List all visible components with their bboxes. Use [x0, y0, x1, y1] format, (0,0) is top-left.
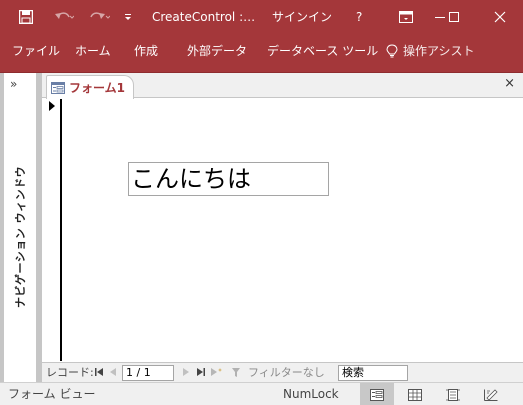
previous-record-icon [110, 368, 116, 376]
text-box-control[interactable]: こんにちは [128, 162, 329, 196]
redo-button[interactable] [84, 0, 116, 34]
document-tab-label: フォーム1 [69, 81, 125, 95]
filter-icon [232, 368, 240, 377]
ribbon-tab-bar: ファイル ホーム 作成 外部データ データベース ツール 操作アシスト [0, 34, 523, 72]
form-view-icon [370, 388, 384, 401]
design-view-button[interactable] [474, 383, 508, 405]
record-navigation-bar: レコード: 1 / 1 フィルターなし 検索 [42, 362, 523, 382]
signin-link[interactable]: サインイン [272, 0, 332, 34]
tab-home[interactable]: ホーム [75, 34, 111, 72]
tab-file[interactable]: ファイル [12, 34, 60, 72]
document-window: フォーム1 × こんにちは レコード: 1 / 1 フィルターなし 検索 [42, 73, 523, 382]
layout-view-icon [446, 388, 460, 401]
title-bar: CreateControl :… サインイン ? [0, 0, 523, 34]
form-body: こんにちは [42, 99, 523, 361]
new-record-button[interactable] [210, 363, 222, 383]
record-pointer-icon [49, 101, 55, 111]
customize-qat-button[interactable] [120, 0, 136, 34]
first-record-button[interactable] [95, 363, 104, 383]
tell-me-box[interactable]: 操作アシスト [386, 34, 475, 68]
next-record-button[interactable] [182, 363, 189, 383]
tell-me-label: 操作アシスト [403, 44, 475, 58]
maximize-icon [449, 12, 459, 22]
close-document-button[interactable]: × [504, 76, 515, 91]
dropdown-arrow-icon [125, 14, 131, 20]
navigation-pane[interactable]: » ナビゲーション ウィンドウ [4, 73, 37, 382]
previous-record-button[interactable] [110, 363, 117, 383]
lightbulb-icon [386, 44, 398, 58]
current-record-input[interactable]: 1 / 1 [122, 365, 174, 381]
tab-external-data[interactable]: 外部データ [187, 34, 247, 72]
filter-label: フィルターなし [248, 366, 325, 379]
tab-create[interactable]: 作成 [134, 34, 158, 72]
record-nav-label: レコード: [46, 366, 94, 379]
tab-database-tools[interactable]: データベース ツール [267, 34, 378, 72]
datasheet-view-button[interactable] [398, 383, 432, 405]
ribbon-display-icon [399, 11, 413, 23]
last-record-button[interactable] [196, 363, 205, 383]
document-tab-form1[interactable]: フォーム1 [46, 75, 134, 99]
undo-icon [55, 12, 74, 19]
view-name: フォーム ビュー [8, 387, 96, 401]
maximize-button[interactable] [438, 0, 470, 34]
design-view-icon [484, 388, 498, 401]
nav-pane-toggle[interactable]: » [10, 77, 17, 91]
search-input[interactable]: 検索 [338, 365, 408, 381]
undo-button[interactable] [48, 0, 80, 34]
document-tab-strip: フォーム1 × [42, 73, 523, 99]
close-window-button[interactable] [484, 0, 516, 34]
form-icon [51, 81, 65, 94]
filter-status[interactable]: フィルターなし [232, 363, 325, 383]
last-record-icon [197, 368, 205, 376]
datasheet-view-icon [408, 388, 422, 401]
form-view-button[interactable] [360, 383, 394, 405]
ribbon-display-options-button[interactable] [388, 0, 424, 34]
save-button[interactable] [14, 0, 38, 34]
layout-view-button[interactable] [436, 383, 470, 405]
next-record-icon [183, 368, 189, 376]
redo-icon [90, 12, 110, 19]
record-selector[interactable] [42, 99, 62, 361]
status-bar: フォーム ビュー NumLock [0, 382, 523, 405]
close-icon [494, 11, 506, 23]
nav-pane-label[interactable]: ナビゲーション ウィンドウ [12, 166, 28, 308]
new-record-icon [211, 368, 222, 376]
first-record-icon [95, 368, 103, 376]
window-title: CreateControl :… [152, 10, 256, 24]
help-button[interactable]: ? [356, 0, 362, 34]
save-icon [19, 10, 33, 24]
numlock-indicator: NumLock [283, 387, 339, 401]
